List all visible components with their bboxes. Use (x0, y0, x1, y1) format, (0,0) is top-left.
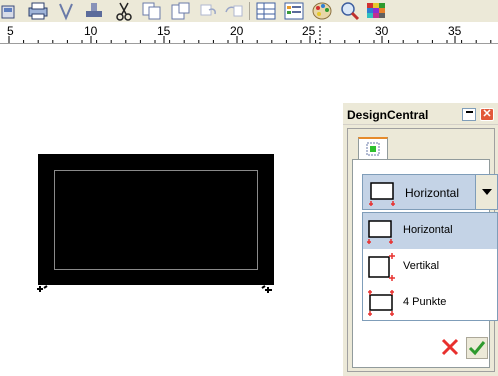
ruler-label-35: 35 (448, 24, 462, 38)
unknown-icon[interactable] (0, 0, 24, 22)
alignment-dropdown[interactable]: Horizontal (362, 174, 498, 210)
horizontal-option-icon (367, 220, 393, 244)
list-item-label: 4 Punkte (403, 296, 447, 308)
ruler-label-15: 15 (157, 24, 171, 38)
paste-icon[interactable] (168, 0, 192, 22)
ruler-ticks (8, 26, 492, 44)
color-grid-icon[interactable] (364, 0, 388, 22)
cancel-button[interactable] (440, 337, 460, 357)
list-item-4-punkte[interactable]: 4 Punkte (363, 285, 497, 321)
list-item-label: Vertikal (403, 260, 440, 272)
anchor-handle-icon[interactable] (36, 285, 48, 295)
list-item-horizontal[interactable]: Horizontal (363, 213, 497, 249)
ok-button[interactable] (466, 337, 488, 359)
list-item-vertikal[interactable]: Vertikal (363, 249, 497, 285)
ruler-label-30: 30 (375, 24, 389, 38)
alignment-list: Horizontal Vertikal 4 Punkte (362, 212, 498, 321)
undo-icon[interactable] (196, 0, 220, 22)
ruler-label-5: 5 (7, 24, 14, 38)
grid-icon[interactable] (254, 0, 278, 22)
ruler-label-10: 10 (84, 24, 98, 38)
horizontal-option-icon (369, 182, 395, 206)
tab-layout[interactable] (358, 137, 388, 159)
toolbar-separator (249, 2, 250, 20)
panel-titlebar[interactable]: DesignCentral ✕ (343, 103, 498, 125)
print-icon[interactable] (26, 0, 50, 22)
stamp-icon[interactable] (82, 0, 106, 22)
copy-icon[interactable] (140, 0, 164, 22)
main-toolbar (0, 0, 498, 22)
inner-frame (54, 170, 258, 270)
dropdown-arrow-button[interactable] (475, 175, 497, 209)
minimize-button[interactable] (462, 108, 476, 121)
vertical-option-icon (368, 253, 395, 281)
cut-icon[interactable] (112, 0, 136, 22)
properties-icon[interactable] (282, 0, 306, 22)
panel-title: DesignCentral (347, 108, 429, 122)
dropdown-selected-value: Horizontal (405, 186, 460, 200)
ruler-label-25: 25 (302, 24, 316, 38)
zoom-icon[interactable] (338, 0, 362, 22)
close-button[interactable]: ✕ (480, 108, 494, 121)
horizontal-ruler: 5 10 15 20 25 30 35 (0, 22, 498, 44)
palette-icon[interactable] (310, 0, 334, 22)
anchor-handle-icon[interactable] (261, 285, 273, 295)
four-points-option-icon (368, 290, 394, 316)
black-rectangle-object[interactable] (38, 154, 274, 285)
layout-tab-icon (366, 142, 380, 156)
list-item-label: Horizontal (403, 224, 453, 236)
ruler-label-20: 20 (230, 24, 244, 38)
redo-icon[interactable] (222, 0, 246, 22)
pen-icon[interactable] (54, 0, 78, 22)
